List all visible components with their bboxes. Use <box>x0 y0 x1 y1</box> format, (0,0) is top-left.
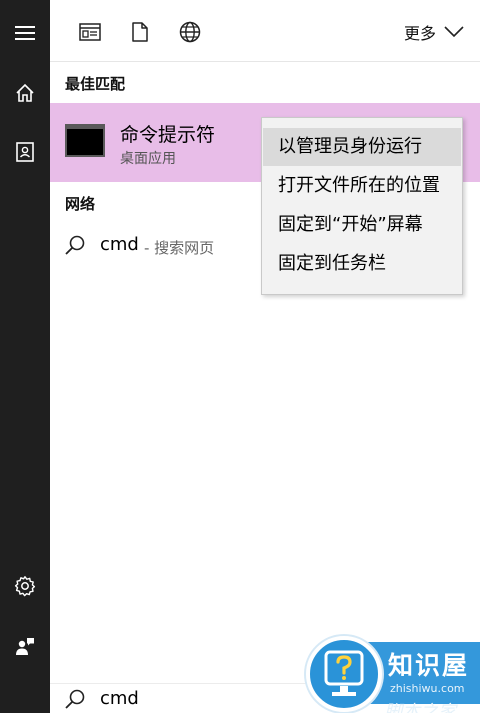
more-label: 更多 <box>403 24 436 43</box>
watermark-domain: zhishiwu.com <box>390 682 465 695</box>
gear-icon <box>14 576 36 597</box>
search-input[interactable]: cmd <box>100 688 139 709</box>
chevron-down-icon <box>444 26 464 38</box>
left-rail <box>0 0 50 713</box>
globe-icon <box>179 21 201 43</box>
search-icon <box>65 689 85 709</box>
top-toolbar: 更多 <box>50 0 480 62</box>
watermark-brand: 知识屋 <box>388 651 470 680</box>
document-icon <box>132 22 148 42</box>
hamburger-icon <box>15 26 35 40</box>
home-icon <box>16 83 34 102</box>
best-match-heading: 最佳匹配 <box>65 75 126 93</box>
app-name: 命令提示符 <box>120 124 216 146</box>
home-button[interactable] <box>0 69 50 117</box>
question-monitor-icon <box>324 650 364 696</box>
command-prompt-app-icon <box>65 124 105 157</box>
menu-item-run-as-admin[interactable]: 以管理员身份运行 <box>263 128 461 166</box>
more-filters-button[interactable]: 更多 <box>404 18 464 46</box>
feedback-person-icon <box>16 638 34 655</box>
search-icon <box>65 235 85 255</box>
watermark: 知识屋 zhishiwu.com 脚本之家 <box>306 632 480 713</box>
hamburger-menu-button[interactable] <box>0 9 50 57</box>
menu-item-pin-to-taskbar[interactable]: 固定到任务栏 <box>263 245 461 283</box>
watermark-logo <box>306 636 382 712</box>
web-filter-button[interactable] <box>172 14 208 50</box>
notebook-button[interactable] <box>0 128 50 176</box>
menu-item-open-file-location[interactable]: 打开文件所在的位置 <box>263 167 461 205</box>
notebook-icon <box>16 142 34 162</box>
apps-filter-button[interactable] <box>72 14 108 50</box>
feedback-button[interactable] <box>0 622 50 670</box>
settings-button[interactable] <box>0 562 50 610</box>
context-menu: 以管理员身份运行 打开文件所在的位置 固定到“开始”屏幕 固定到任务栏 <box>261 117 463 295</box>
watermark-faint-text: 脚本之家 <box>384 702 456 713</box>
documents-filter-button[interactable] <box>122 14 158 50</box>
app-type: 桌面应用 <box>120 151 176 167</box>
menu-item-pin-to-start[interactable]: 固定到“开始”屏幕 <box>263 206 461 244</box>
apps-window-icon <box>79 23 101 41</box>
web-search-hint: - 搜索网页 <box>144 239 215 257</box>
network-heading: 网络 <box>65 195 96 213</box>
web-query: cmd <box>100 234 139 255</box>
